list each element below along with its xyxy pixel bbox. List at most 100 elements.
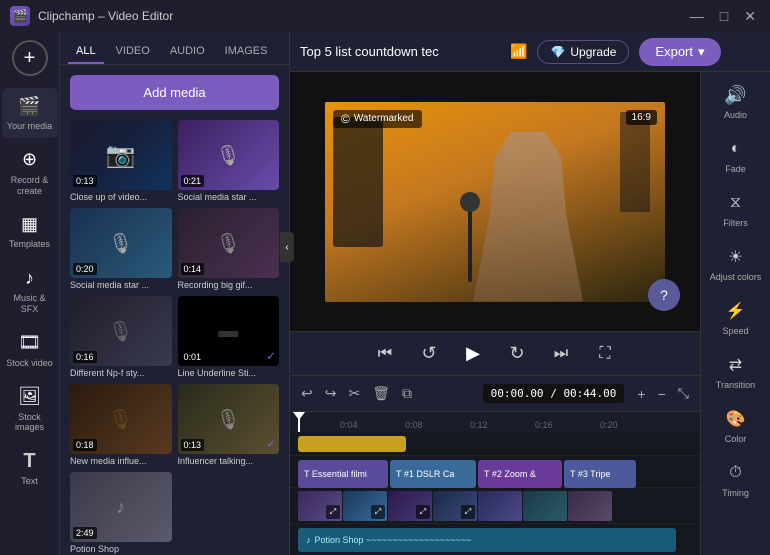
video-thumb-strip-7[interactable] [568,491,612,521]
sidebar-item-music-sfx[interactable]: ♪ Music & SFX [2,260,58,321]
minimize-button[interactable]: — [686,8,708,25]
copy-button[interactable]: ⧉ [399,382,415,405]
media-tabs: ALL VIDEO AUDIO IMAGES [60,32,289,65]
media-item-6[interactable]: ▬ 0:01 ✓ Line Underline Sti... [178,296,280,378]
sidebar-item-text[interactable]: T Text [2,443,58,493]
text-clip-4[interactable]: T #3 Tripe [564,460,636,488]
expand-icon-2: ⤢ [371,505,385,519]
maximize-button[interactable]: □ [716,8,732,25]
stock-video-icon: 🎞 [18,331,42,355]
tool-color[interactable]: 🎨 Color [704,400,768,452]
export-button[interactable]: Export ▾ [639,38,720,66]
media-thumb-1: 📷 0:13 [70,120,172,190]
ruler-mark-1: 0:04 [340,420,358,430]
media-name-9: Potion Shop [70,544,172,554]
sidebar-label-stock-images: Stock images [6,412,54,434]
ruler-mark-5: 0:20 [600,420,618,430]
tab-audio[interactable]: AUDIO [162,40,213,64]
diamond-icon: 💎 [550,45,565,59]
fullscreen-button[interactable]: ⛶ [591,340,619,368]
media-duration-7: 0:18 [73,439,97,451]
color-tool-label: Color [725,434,747,444]
skip-button[interactable]: ⏭ [547,340,575,368]
play-button[interactable]: ▶ [459,340,487,368]
titlebar-left: 🎬 Clipchamp – Video Editor [10,6,173,26]
close-button[interactable]: ✕ [740,8,760,25]
titlebar-title: Clipchamp – Video Editor [38,9,173,23]
add-media-button[interactable]: Add media [70,75,279,110]
center-right-area: 📶 💎 Upgrade Export ▾ ‹ [290,32,770,555]
media-item-5[interactable]: 🎙 0:16 Different Np-f sty... [70,296,172,378]
audio-clip[interactable]: ♪ Potion Shop ~~~~~~~~~~~~~~~~~~~~ [298,528,676,552]
upgrade-button[interactable]: 💎 Upgrade [537,40,629,64]
media-thumb-8: 🎙 0:13 ✓ [178,384,280,454]
tool-timing[interactable]: ⏱ Timing [704,454,768,506]
back5-button[interactable]: ↺ [415,340,443,368]
add-button[interactable]: + [12,40,48,76]
mic-head [460,192,480,212]
tool-speed[interactable]: ⚡ Speed [704,292,768,344]
sidebar-item-templates[interactable]: ▦ Templates [2,206,58,256]
adjust-colors-tool-label: Adjust colors [710,272,762,282]
tab-video[interactable]: VIDEO [108,40,158,64]
sidebar-item-stock-images[interactable]: 🖼 Stock images [2,379,58,440]
media-duration-5: 0:16 [73,351,97,363]
media-thumb-2: 🎙 0:21 [178,120,280,190]
project-title-input[interactable] [300,44,500,59]
media-item-3[interactable]: 🎙 0:20 Social media star ... [70,208,172,290]
watermark-label: Watermarked [354,113,414,124]
media-check-8: ✓ [266,437,276,451]
timeline-toolbar: ↩ ↪ ✂ 🗑 ⧉ 00:00.00 / 00:44.00 + − [290,376,700,412]
media-check-6: ✓ [266,349,276,363]
help-button[interactable]: ? [648,279,680,311]
media-item-2[interactable]: 🎙 0:21 Social media star ... [178,120,280,202]
media-item-7[interactable]: 🎙 0:18 New media influe... [70,384,172,466]
text-clip-3[interactable]: T #2 Zoom & [478,460,562,488]
video-thumb-strip-1[interactable]: ⤢ [298,491,342,521]
sidebar-item-your-media[interactable]: 🎬 Your media [2,88,58,138]
text-clip-2[interactable]: T #1 DSLR Ca [390,460,476,488]
tool-adjust-colors[interactable]: ☀ Adjust colors [704,238,768,290]
media-duration-1: 0:13 [73,175,97,187]
sidebar-item-stock-video[interactable]: 🎞 Stock video [2,325,58,375]
undo-button[interactable]: ↩ [298,382,316,405]
cut-button[interactable]: ✂ [345,382,363,405]
media-duration-2: 0:21 [181,175,205,187]
collapse-panel-button[interactable]: ‹ [290,232,294,262]
tool-fade[interactable]: ◐ Fade [704,130,768,182]
video-thumb-strip-2[interactable]: ⤢ [343,491,387,521]
redo-button[interactable]: ↪ [322,382,340,405]
sidebar-label-record-create: Record & create [6,175,54,197]
main-layout: + 🎬 Your media ⊕ Record & create ▦ Templ… [0,32,770,555]
titlebar-controls[interactable]: — □ ✕ [686,8,760,25]
media-item-4[interactable]: 🎙 0:14 Recording big gif... [178,208,280,290]
fit-button[interactable]: ⤡ [675,382,692,405]
zoom-out-button[interactable]: − [655,383,669,405]
audio-tool-label: Audio [724,110,747,120]
zoom-in-button[interactable]: + [634,383,648,405]
media-thumb-9: ♪ 2:49 [70,472,172,542]
sidebar-label-music-sfx: Music & SFX [6,293,54,315]
media-item-8[interactable]: 🎙 0:13 ✓ Influencer talking... [178,384,280,466]
text-clip-1[interactable]: T Essential filmi [298,460,388,488]
tab-all[interactable]: ALL [68,40,104,64]
media-name-1: Close up of video... [70,192,172,202]
video-thumb-strip-6[interactable] [523,491,567,521]
record-create-icon: ⊕ [18,148,42,172]
tool-transition[interactable]: ⇄ Transition [704,346,768,398]
sidebar-item-record-create[interactable]: ⊕ Record & create [2,142,58,203]
color-clip[interactable] [298,436,406,452]
speed-icon: ⚡ [725,300,747,322]
media-item-9[interactable]: ♪ 2:49 Potion Shop [70,472,172,554]
video-thumb-strip-3[interactable]: ⤢ [388,491,432,521]
tab-images[interactable]: IMAGES [217,40,276,64]
media-item-1[interactable]: 📷 0:13 Close up of video... [70,120,172,202]
rewind-button[interactable]: ⏮ [371,340,399,368]
tool-audio[interactable]: 🔊 Audio [704,76,768,128]
forward5-button[interactable]: ↻ [503,340,531,368]
delete-button[interactable]: 🗑 [369,382,393,405]
video-thumb-strip-4[interactable]: ⤢ [433,491,477,521]
video-thumb-strip-5[interactable] [478,491,522,521]
sidebar-label-your-media: Your media [7,121,52,132]
tool-filters[interactable]: ⧖ Filters [704,184,768,236]
